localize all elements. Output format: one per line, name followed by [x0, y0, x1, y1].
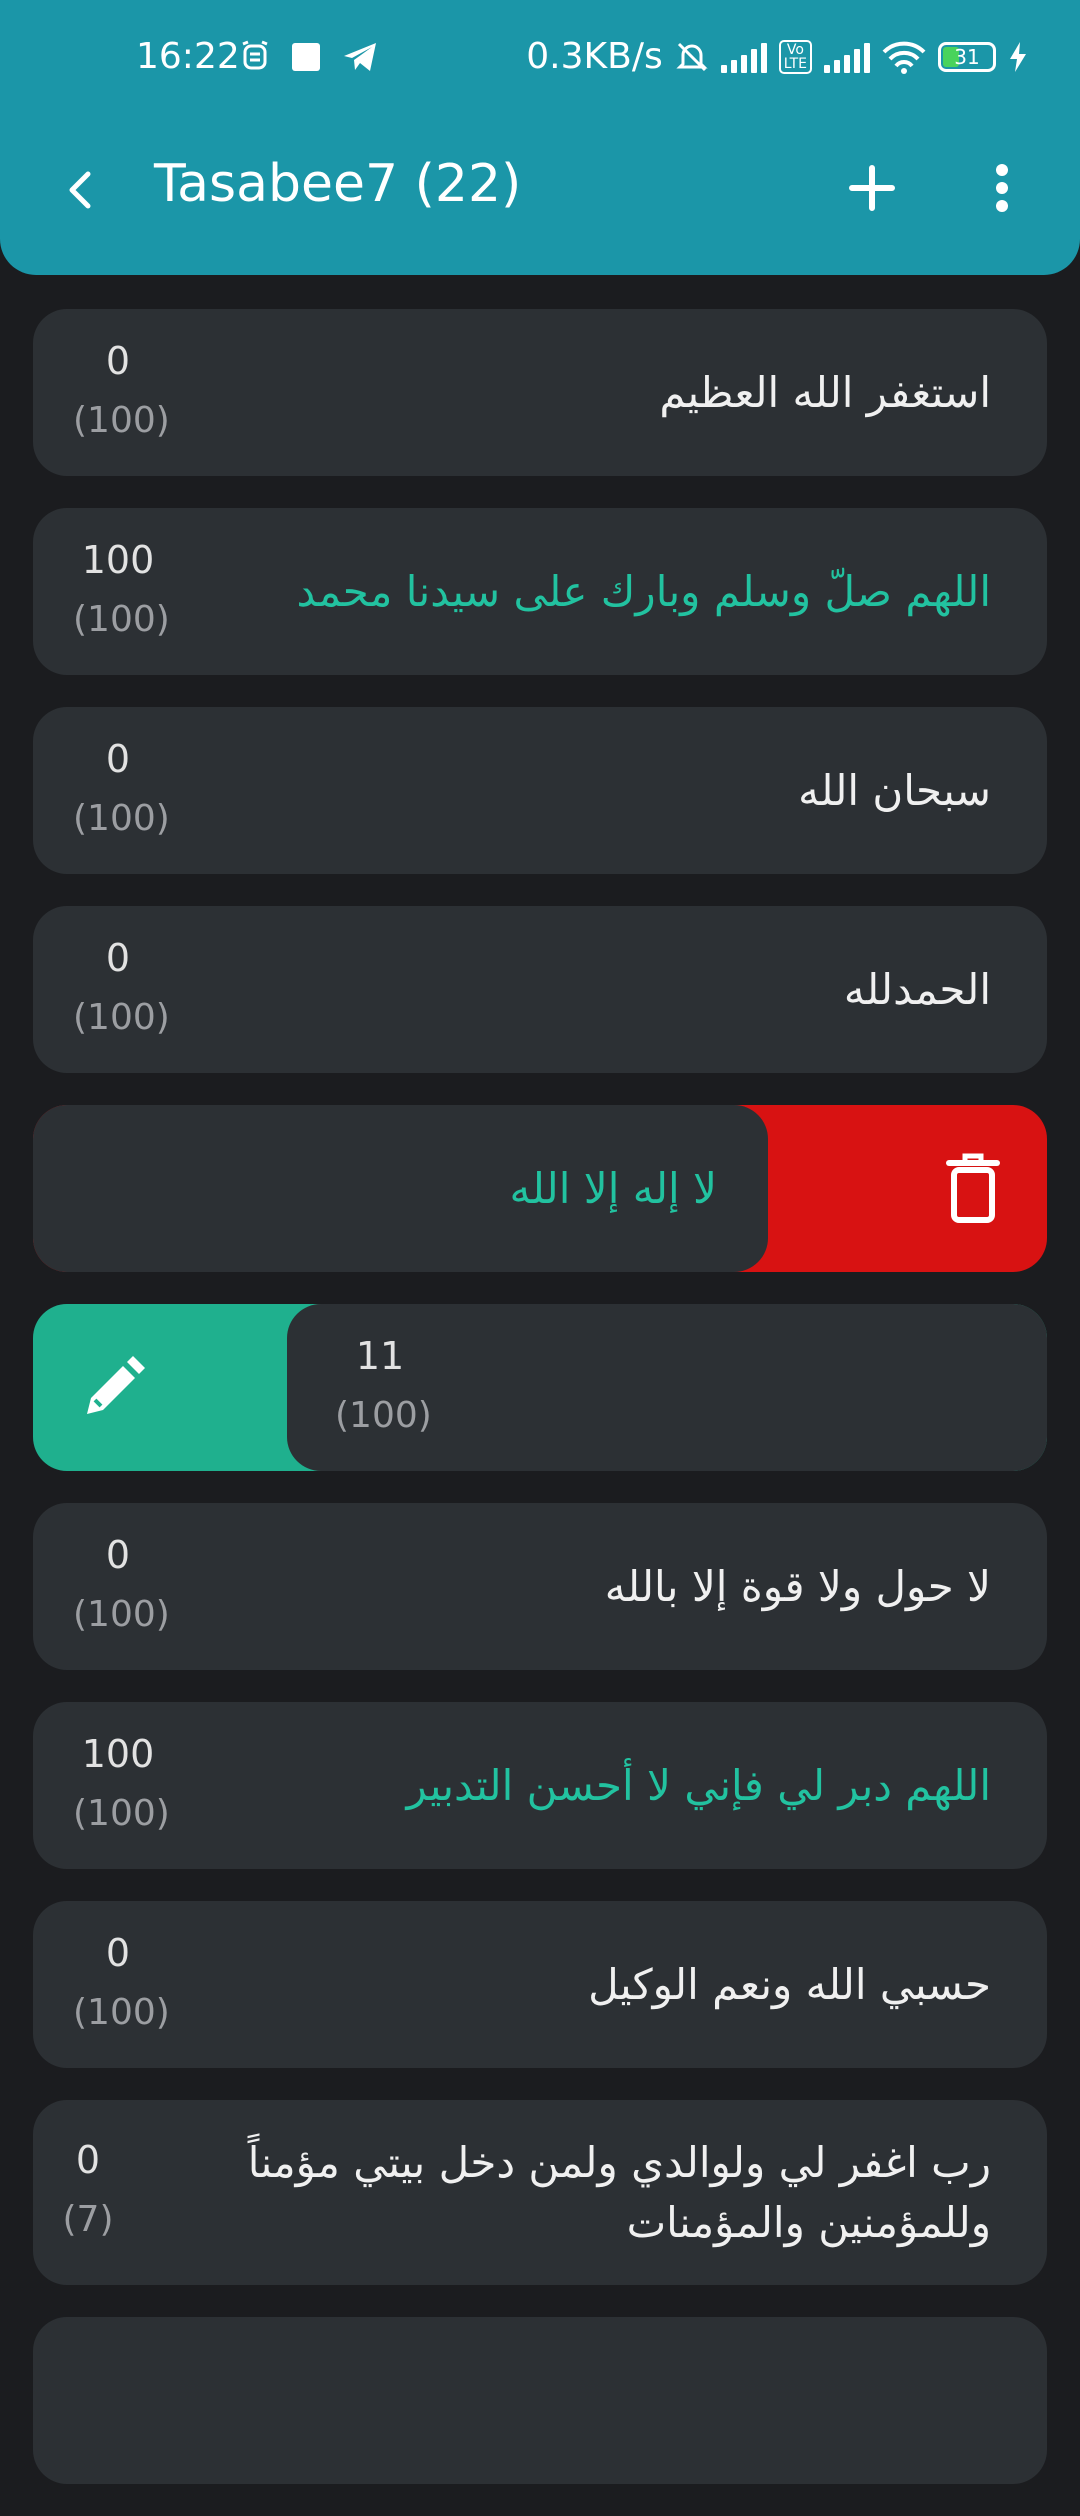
network-speed: 0.3KB/s — [526, 36, 663, 77]
current-count: 100 — [81, 538, 155, 582]
target-count: (100) — [73, 599, 170, 640]
toolbar: Tasabee7 (22) — [0, 150, 1080, 230]
dhikr-text: حسبي الله ونعم الوكيل — [588, 1959, 991, 2009]
target-count: (100) — [73, 997, 170, 1038]
wifi-icon — [882, 41, 926, 74]
volte-icon: Vo LTE — [778, 39, 812, 74]
more-vert-icon[interactable] — [980, 156, 1024, 220]
status-time: 16:22 — [136, 36, 240, 77]
dhikr-text: اللهم صلّ وسلم وبارك على سيدنا محمد — [296, 566, 991, 616]
counter: 100 (100) — [73, 1724, 170, 1844]
alarm-clock-icon — [242, 40, 268, 70]
charging-icon — [1010, 41, 1026, 72]
page-title: Tasabee7 (22) — [154, 154, 522, 214]
list-item[interactable]: 100 (100) اللهم صلّ وسلم وبارك على سيدنا… — [33, 508, 1047, 675]
target-count: (100) — [73, 1992, 170, 2033]
dhikr-text: اللهم دبر لي فإني لا أحسن التدبير — [406, 1760, 991, 1810]
counter: 100 (100) — [73, 530, 170, 650]
system-icons: 0.3KB/s Vo LTE 31 — [526, 36, 1028, 77]
bell-off-icon — [676, 42, 708, 71]
current-count: 0 — [105, 1533, 131, 1577]
list-item[interactable]: 0 (100) استغفر الله العظيم — [33, 309, 1047, 476]
add-icon[interactable] — [840, 156, 904, 220]
notification-icons — [240, 40, 378, 74]
list-item[interactable]: 0 (100) سبحان الله — [33, 707, 1047, 874]
target-count: (7) — [62, 2199, 114, 2240]
list-item[interactable]: 100 (100) اللهم دبر لي فإني لا أحسن التد… — [33, 1702, 1047, 1869]
target-count: (100) — [73, 1594, 170, 1635]
status-bar: 16:22 0.3KB/s Vo LTE 31 — [0, 30, 1080, 90]
list-item-swiped-edit[interactable]: 11 (100) — [33, 1304, 1047, 1471]
current-count: 0 — [105, 1931, 131, 1975]
counter: 0 (100) — [73, 928, 170, 1048]
app-bar: 16:22 0.3KB/s Vo LTE 31 Tasabee7 (22) — [0, 0, 1080, 275]
target-count: (100) — [73, 798, 170, 839]
dhikr-text: سبحان الله — [798, 765, 991, 815]
current-count: 0 — [105, 936, 131, 980]
counter: 0 (7) — [53, 2130, 123, 2250]
target-count: (100) — [335, 1395, 432, 1436]
current-count: 0 — [105, 339, 131, 383]
current-count: 0 — [105, 737, 131, 781]
list-item-swiped-delete[interactable]: لا إله إلا الله — [33, 1105, 1047, 1272]
target-count: (100) — [73, 400, 170, 441]
list-item[interactable]: 0 (100) حسبي الله ونعم الوكيل — [33, 1901, 1047, 2068]
list-item[interactable]: 0 (100) لا حول ولا قوة إلا بالله — [33, 1503, 1047, 1670]
back-arrow-icon[interactable] — [60, 164, 104, 216]
dhikr-text: لا إله إلا الله — [509, 1163, 718, 1213]
square-icon — [292, 43, 320, 71]
trash-icon[interactable] — [945, 1153, 1001, 1225]
tasbeeh-list: 0 (100) استغفر الله العظيم 100 (100) الل… — [33, 309, 1047, 2516]
counter: 0 (100) — [73, 331, 170, 451]
list-item[interactable]: 0 (100) الحمدلله — [33, 906, 1047, 1073]
list-item[interactable]: 0 (7) رب اغفر لي ولوالدي ولمن دخل بيتي م… — [33, 2100, 1047, 2285]
current-count: 100 — [81, 1732, 155, 1776]
signal-icon — [720, 41, 767, 73]
telegram-icon — [344, 43, 376, 71]
battery-level: 31 — [954, 44, 980, 69]
edit-pencil-icon[interactable] — [79, 1354, 147, 1422]
counter: 11 (100) — [335, 1326, 432, 1446]
dhikr-text: استغفر الله العظيم — [659, 367, 991, 417]
dhikr-text: رب اغفر لي ولوالدي ولمن دخل بيتي مؤمناً … — [247, 2137, 991, 2247]
counter: 0 (100) — [73, 729, 170, 849]
current-count: 0 — [75, 2138, 101, 2182]
dhikr-text: لا حول ولا قوة إلا بالله — [604, 1561, 991, 1611]
current-count: 11 — [355, 1334, 405, 1378]
counter: 0 (100) — [73, 1923, 170, 2043]
battery-icon: 31 — [938, 41, 996, 72]
signal-icon — [824, 41, 870, 73]
counter: 0 (100) — [73, 1525, 170, 1645]
target-count: (100) — [73, 1793, 170, 1834]
list-item[interactable] — [33, 2317, 1047, 2484]
dhikr-text: الحمدلله — [843, 964, 991, 1014]
